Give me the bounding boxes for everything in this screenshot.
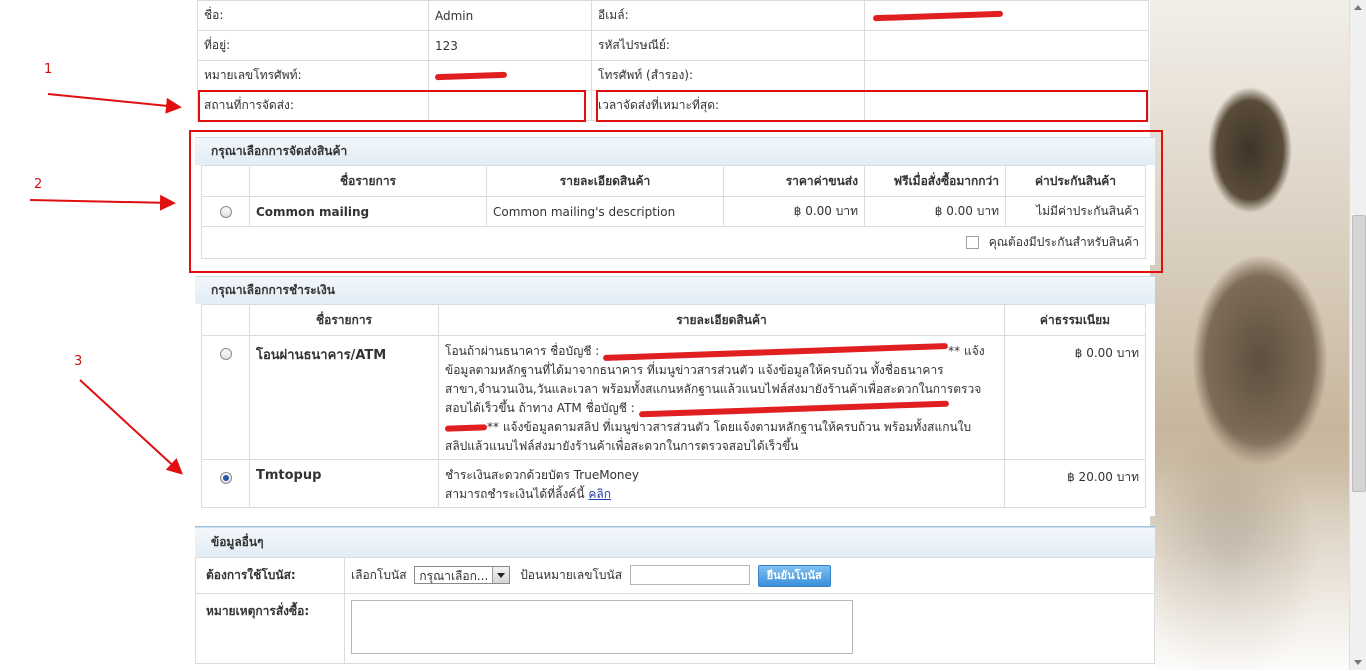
payment-option-tmtopup-fee: ฿ 20.00 บาท [1004,459,1146,508]
tmtopup-desc-line2: สามารถชำระเงินได้ที่ลิ้งค์นี้ [445,487,585,501]
customer-row-phone: หมายเลขโทรศัพท์: โทรศัพท์ (สำรอง): [197,60,1149,91]
scroll-down-icon[interactable] [1354,660,1362,665]
annotation-label-3: 3 [74,354,83,369]
payment-option-bank-fee: ฿ 0.00 บาท [1004,335,1146,460]
annotation-box-delivery-time [596,90,1148,122]
annotation-arrow-1 [47,93,182,114]
redaction-mark [434,71,508,81]
redaction-mark [444,423,488,432]
bank-desc-line5: ** แจ้งข้อมูลตามสลิป ที่เมนูข่าวสารส่วนต… [487,420,972,434]
tmtopup-click-link[interactable]: คลิก [588,487,611,501]
postcode-label: รหัสไปรษณีย์: [591,30,865,61]
alt-phone-label: โทรศัพท์ (สำรอง): [591,60,865,91]
bank-desc-line3: สาขา,จำนวนเงิน,วันและเวลา พร้อมทั้งสแกนห… [445,382,982,396]
payment-panel: กรุณาเลือกการชำระเงิน ชื่อรายการ รายละเอ… [195,276,1155,516]
customer-row-name: ชื่อ: Admin อีเมล์: [197,0,1149,31]
note-row: หมายเหตุการสั่งซื้อ: [195,593,1155,664]
bonus-number-input[interactable] [629,565,750,585]
bonus-controls: เลือกโบนัส กรุณาเลือก... ป้อนหมายเลขโบนั… [344,557,1155,594]
payment-radio-bank[interactable] [219,347,232,360]
postcode-value [864,30,1149,61]
bonus-select[interactable]: กรุณาเลือก... [414,566,511,584]
payment-table: ชื่อรายการ รายละเอียดสินค้า ค่าธรรมเนียม… [201,304,1146,508]
annotation-box-shipping-place [198,90,586,122]
payment-col-name: ชื่อรายการ [249,304,439,336]
phone-value [428,60,592,91]
bank-desc-line6: สลิปแล้วแนบไฟล์ส่งมายังร้านค้าเพื่อสะดวก… [445,439,799,453]
customer-row-address: ที่อยู่: 123 รหัสไปรษณีย์: [197,30,1149,61]
radio-column-header [201,304,250,336]
redaction-mark [638,400,949,417]
payment-col-fee: ค่าธรรมเนียม [1004,304,1146,336]
payment-option-bank-row[interactable]: โอนผ่านธนาคาร/ATM โอนถ้าผ่านธนาคาร ชื่อบ… [201,335,1146,460]
address-label: ที่อยู่: [197,30,429,61]
payment-radio-cell[interactable] [201,459,250,508]
bank-desc-line2: ข้อมูลตามหลักฐานที่ได้มาจากธนาคาร ที่เมน… [445,363,944,377]
confirm-bonus-button[interactable]: ยืนยันโบนัส [757,564,831,587]
email-value [864,0,1149,31]
payment-radio-cell[interactable] [201,335,250,460]
payment-option-tmtopup-row[interactable]: Tmtopup ชำระเงินสะดวกด้วยบัตร TrueMoney … [201,459,1146,508]
alt-phone-value [864,60,1149,91]
payment-col-description: รายละเอียดสินค้า [438,304,1005,336]
annotation-arrow-3 [79,379,183,475]
payment-option-bank-description: โอนถ้าผ่านธนาคาร ชื่อบัญชี : ** แจ้ง ข้อ… [438,335,1005,460]
other-info-panel: ข้อมูลอื่นๆ ต้องการใช้โบนัส: เลือกโบนัส … [195,526,1155,671]
order-note-textarea[interactable] [351,600,853,654]
bonus-row: ต้องการใช้โบนัส: เลือกโบนัส กรุณาเลือก..… [195,557,1155,594]
payment-option-tmtopup-name: Tmtopup [249,459,439,508]
other-section-title: ข้อมูลอื่นๆ [195,527,1155,557]
redaction-mark [603,342,949,361]
tmtopup-desc-line1: ชำระเงินสะดวกด้วยบัตร TrueMoney [445,468,640,482]
annotation-arrow-2 [29,194,176,211]
payment-option-bank-name: โอนผ่านธนาคาร/ATM [249,335,439,460]
note-cell [344,593,1155,664]
chevron-down-icon[interactable] [492,567,510,583]
choose-bonus-label: เลือกโบนัส [351,567,407,582]
name-value: Admin [428,0,592,31]
background-haze [1150,430,1366,670]
other-info-table: ต้องการใช้โบนัส: เลือกโบนัส กรุณาเลือก..… [195,557,1155,664]
payment-header-row: ชื่อรายการ รายละเอียดสินค้า ค่าธรรมเนียม [201,304,1146,336]
bank-desc-line1: โอนถ้าผ่านธนาคาร ชื่อบัญชี : [445,344,600,358]
scrollbar-thumb[interactable] [1352,215,1366,492]
bonus-label: ต้องการใช้โบนัส: [195,557,345,594]
payment-option-tmtopup-description: ชำระเงินสะดวกด้วยบัตร TrueMoney สามารถชำ… [438,459,1005,508]
vertical-scrollbar[interactable] [1349,0,1366,670]
name-label: ชื่อ: [197,0,429,31]
bank-desc-line1-end: ** แจ้ง [948,344,985,358]
annotation-label-1: 1 [44,62,53,77]
annotation-box-shipping [189,130,1163,273]
payment-section-title: กรุณาเลือกการชำระเงิน [195,276,1155,304]
address-value: 123 [428,30,592,61]
redaction-mark [872,10,1004,22]
enter-bonus-label: ป้อนหมายเลขโบนัส [520,567,623,582]
phone-label: หมายเลขโทรศัพท์: [197,60,429,91]
note-label: หมายเหตุการสั่งซื้อ: [195,593,345,664]
payment-radio-tmtopup[interactable] [219,471,232,484]
bonus-select-value: กรุณาเลือก... [419,569,489,583]
annotation-label-2: 2 [34,177,43,192]
scroll-up-icon[interactable] [1354,5,1362,10]
email-label: อีเมล์: [591,0,865,31]
bank-desc-line4: สอบได้เร็วขึ้น ถ้าทาง ATM ชื่อบัญชี : [445,401,635,415]
